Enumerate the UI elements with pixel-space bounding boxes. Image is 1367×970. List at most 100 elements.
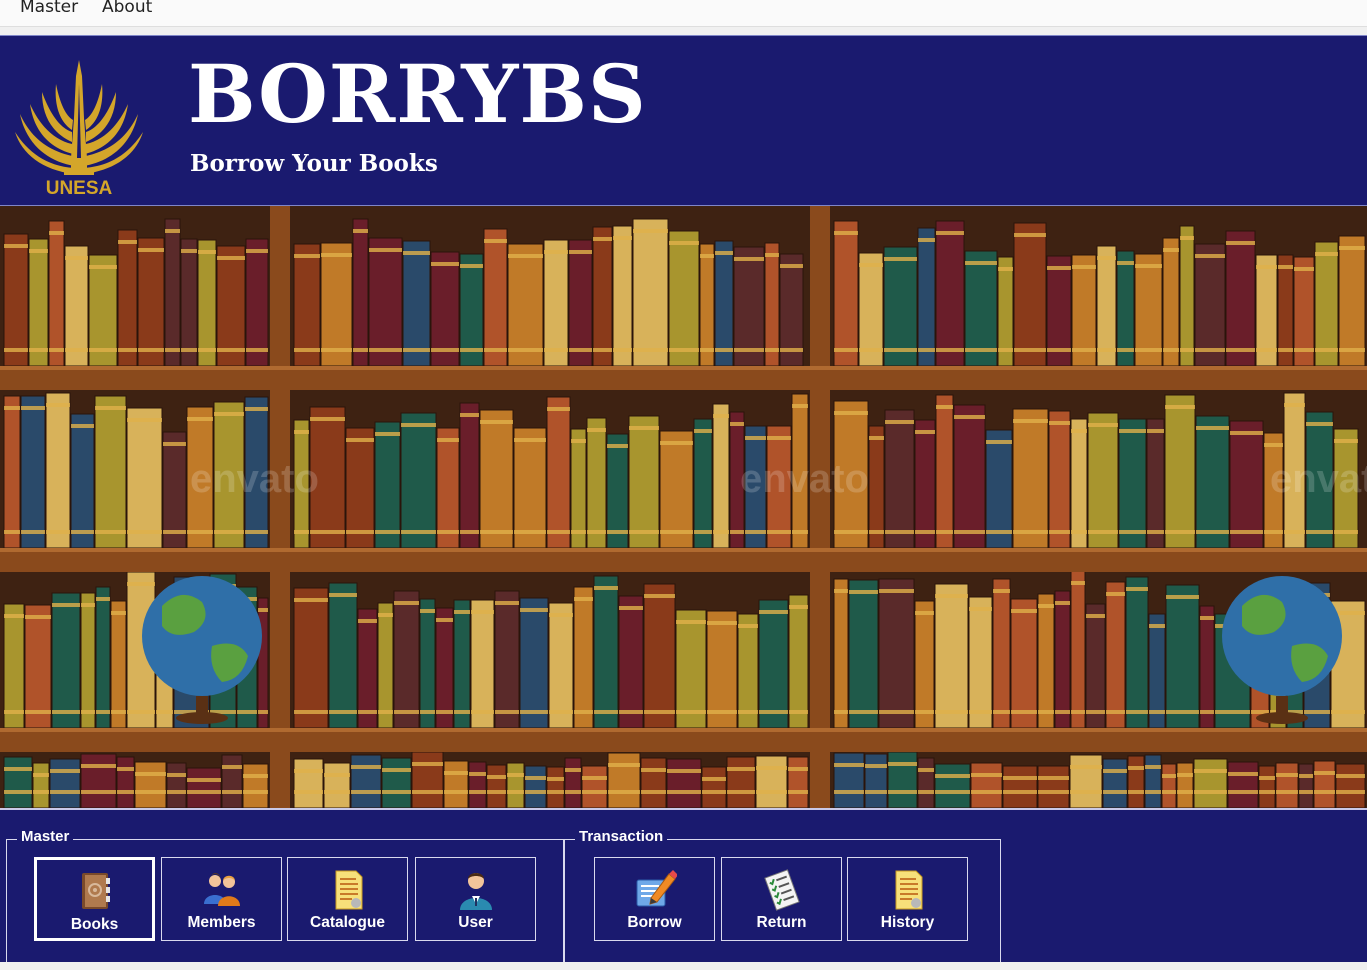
book-spine	[350, 754, 382, 808]
book-spine	[116, 756, 135, 808]
book-band	[1315, 348, 1338, 352]
book-band	[834, 589, 848, 593]
book-band	[1049, 530, 1070, 534]
book-band	[1226, 348, 1255, 352]
book-band	[767, 436, 791, 440]
catalogue-button[interactable]: Catalogue	[287, 857, 408, 941]
menu-master[interactable]: Master	[16, 0, 82, 17]
book-spine	[28, 238, 49, 367]
book-band	[1334, 530, 1358, 534]
book-band	[81, 790, 116, 794]
bookshelf-illustration: envato envato envato	[0, 206, 1367, 808]
book-band	[1163, 348, 1179, 352]
book-band	[21, 406, 45, 410]
book-band	[1014, 233, 1046, 237]
book-spine	[166, 762, 187, 808]
books-button[interactable]: Books	[34, 857, 155, 941]
book-band	[1299, 774, 1313, 778]
book-band	[834, 790, 864, 794]
shelf-board-edge	[0, 366, 1367, 370]
book-band	[163, 442, 186, 446]
book-spine	[568, 239, 593, 367]
book-band	[127, 710, 155, 714]
book-spine	[507, 243, 544, 367]
book-band	[565, 768, 581, 772]
book-band	[1145, 765, 1161, 769]
book-band	[1088, 423, 1118, 427]
book-band	[1228, 772, 1258, 776]
book-spine	[755, 755, 788, 808]
book-band	[571, 439, 586, 443]
book-band	[358, 619, 377, 623]
book-spine	[377, 602, 394, 729]
shelf-upright	[270, 206, 290, 808]
book-spine	[618, 595, 644, 729]
watermark-text: envato	[1270, 457, 1367, 501]
book-spine	[1161, 763, 1177, 808]
book-band	[1162, 790, 1176, 794]
book-spine	[1225, 230, 1256, 367]
book-band	[629, 530, 659, 534]
book-band	[294, 598, 328, 602]
book-spine	[1194, 243, 1226, 367]
return-button[interactable]: Return	[721, 857, 842, 941]
user-button[interactable]: User	[415, 857, 536, 941]
book-band	[329, 593, 357, 597]
book-spine	[878, 578, 915, 729]
book-band	[544, 250, 568, 254]
book-band	[969, 710, 992, 714]
book-spine	[699, 243, 715, 367]
book-band	[111, 611, 126, 615]
book-band	[294, 430, 309, 434]
book-band	[111, 710, 126, 714]
book-spine	[848, 579, 879, 729]
book-band	[965, 261, 997, 265]
book-band	[1071, 429, 1087, 433]
document-icon	[335, 870, 362, 910]
book-spine	[1102, 758, 1128, 808]
history-button[interactable]: History	[847, 857, 968, 941]
book-band	[574, 710, 593, 714]
book-band	[454, 610, 470, 614]
book-band	[569, 250, 592, 254]
book-spine	[1012, 408, 1049, 549]
book-band	[879, 589, 914, 593]
book-band	[756, 766, 787, 770]
book-band	[633, 348, 668, 352]
book-band	[167, 773, 186, 777]
book-band	[520, 710, 548, 714]
book-spine	[1105, 581, 1126, 729]
book-band	[1306, 530, 1333, 534]
book-band	[915, 611, 934, 615]
book-band	[4, 614, 24, 618]
book-spine	[51, 592, 81, 729]
book-band	[1284, 530, 1305, 534]
document-icon	[895, 870, 922, 910]
book-band	[1314, 790, 1335, 794]
book-spine	[668, 230, 700, 367]
book-spine	[419, 598, 436, 729]
book-spine	[524, 765, 547, 808]
book-band	[549, 613, 573, 617]
book-band	[71, 424, 94, 428]
book-band	[487, 790, 506, 794]
members-button[interactable]: Members	[161, 857, 282, 941]
book-band	[986, 530, 1012, 534]
book-band	[715, 251, 733, 255]
book-band	[1166, 595, 1199, 599]
book-spine	[1048, 410, 1071, 549]
book-band	[619, 710, 643, 714]
book-band	[694, 429, 712, 433]
borrow-button[interactable]: Borrow	[594, 857, 715, 941]
book-band	[167, 790, 186, 794]
book-band	[788, 790, 808, 794]
book-band	[431, 262, 459, 266]
book-band	[629, 426, 659, 430]
book-band	[1038, 604, 1054, 608]
book-band	[1047, 348, 1071, 352]
book-band	[954, 415, 985, 419]
bottom-toolbar: Master Books Members Catalogue User Tran…	[0, 808, 1367, 965]
menu-about[interactable]: About	[98, 0, 156, 17]
book-band	[574, 597, 593, 601]
watermark-text: envato	[740, 457, 869, 501]
